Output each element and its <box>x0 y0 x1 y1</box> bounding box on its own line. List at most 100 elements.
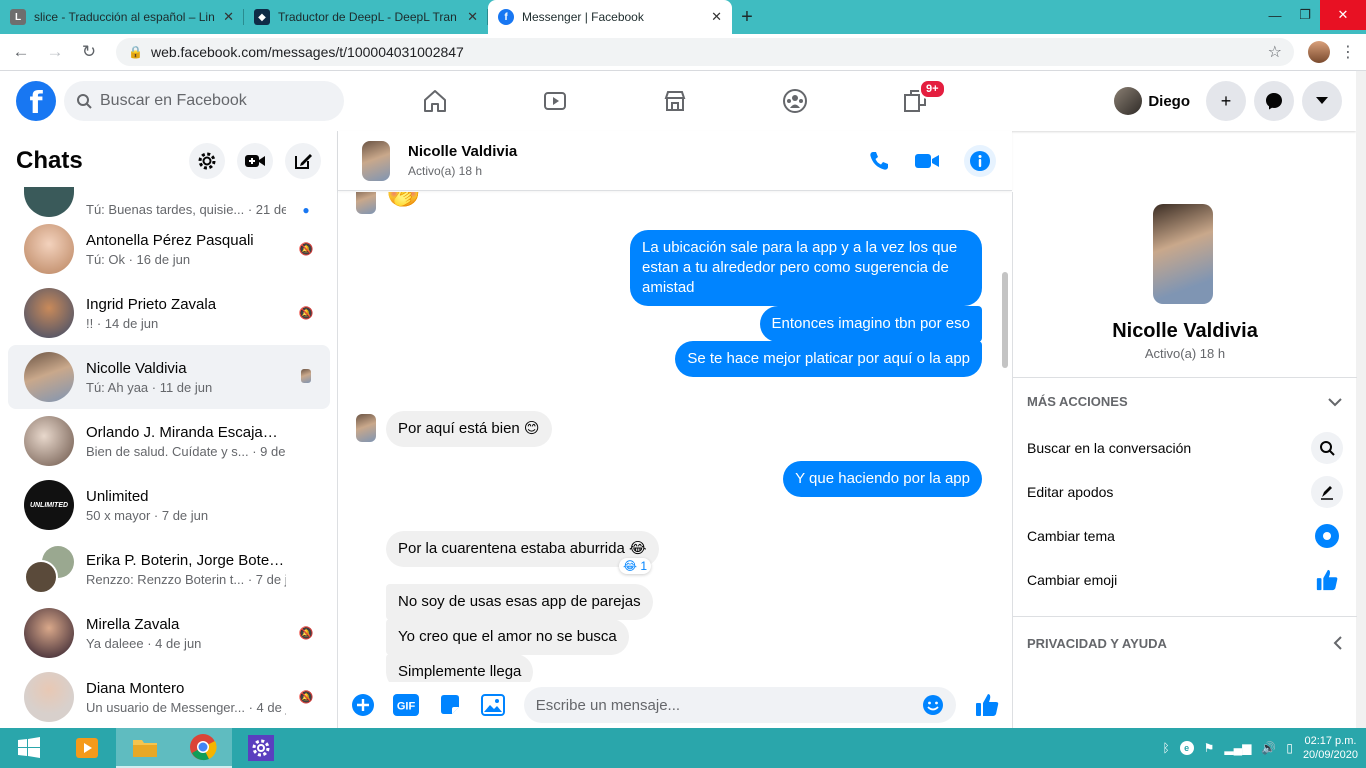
search-in-conversation[interactable]: Buscar en la conversación <box>1027 426 1343 470</box>
list-item[interactable]: Orlando J. Miranda Escajadillo Bien de s… <box>8 409 330 473</box>
reload-icon[interactable]: ↻ <box>76 39 102 65</box>
flag-icon[interactable]: ⚑ <box>1204 741 1215 755</box>
message-scrollbar[interactable] <box>1002 272 1008 368</box>
tab-close-icon[interactable]: ✕ <box>711 9 722 25</box>
chats-title: Chats <box>16 147 83 174</box>
sticker-button[interactable] <box>437 692 462 718</box>
list-item[interactable]: Tú: Buenas tardes, quisie... · 21 de jun… <box>8 173 330 217</box>
edit-nicknames[interactable]: Editar apodos <box>1027 470 1343 514</box>
chat-preview: Bien de salud. Cuídate y s... · 9 de jun <box>86 443 286 459</box>
address-bar[interactable]: 🔒 web.facebook.com/messages/t/1000040310… <box>116 38 1294 66</box>
change-theme[interactable]: Cambiar tema <box>1027 514 1343 558</box>
list-item[interactable]: UNLIMITED Unlimited 50 x mayor · 7 de ju… <box>8 473 330 537</box>
marketplace-icon <box>664 91 686 111</box>
bookmark-star-icon[interactable]: ☆ <box>1268 42 1282 62</box>
emoji-icon[interactable] <box>922 694 944 716</box>
nav-groups[interactable] <box>735 71 855 131</box>
tab-title: Messenger | Facebook <box>522 10 644 24</box>
media-player-icon <box>76 738 98 758</box>
new-tab-button[interactable]: + <box>732 0 762 34</box>
message-bubble-out[interactable]: Entonces imagino tbn por eso <box>759 306 982 342</box>
restore-icon[interactable]: ❐ <box>1290 0 1320 30</box>
contact-name[interactable]: Nicolle Valdivia <box>408 143 868 160</box>
list-item[interactable]: Diana Montero Un usuario de Messenger...… <box>8 665 330 728</box>
nav-home[interactable] <box>375 71 495 131</box>
browser-tab-messenger[interactable]: f Messenger | Facebook ✕ <box>488 0 732 34</box>
more-actions-button[interactable] <box>350 692 375 718</box>
account-menu-button[interactable] <box>1302 81 1342 121</box>
contact-mini-avatar <box>356 192 376 214</box>
list-item[interactable]: Mirella Zavala Ya daleee · 4 de jun 🔕 <box>8 601 330 665</box>
browser-tab-linguee[interactable]: L slice - Traducción al español – Lin ✕ <box>0 0 244 34</box>
bluetooth-icon[interactable]: ᛒ <box>1162 741 1169 755</box>
page-scrollbar[interactable] <box>1356 71 1366 728</box>
list-item[interactable]: Nicolle Valdivia Tú: Ah yaa · 11 de jun <box>8 345 330 409</box>
facebook-header-right: Diego + <box>1110 71 1342 131</box>
group-avatar <box>24 544 74 594</box>
action-label: Buscar en la conversación <box>1027 440 1192 456</box>
conversation-info-button[interactable] <box>964 144 996 177</box>
tab-close-icon[interactable]: ✕ <box>223 9 234 25</box>
taskbar-file-explorer[interactable] <box>116 728 174 768</box>
photo-button[interactable] <box>481 692 506 718</box>
chat-name: Ingrid Prieto Zavala <box>86 295 217 313</box>
info-contact-status: Activo(a) 18 h <box>1144 346 1226 361</box>
message-bubble-in[interactable]: Por aquí está bien 😊 <box>386 411 552 447</box>
message-bubble-in[interactable]: Yo creo que el amor no se busca <box>386 619 629 655</box>
contact-avatar[interactable] <box>362 140 390 181</box>
chat-name: Unlimited <box>86 487 149 505</box>
list-item[interactable]: Ingrid Prieto Zavala !! · 14 de jun 🔕 <box>8 281 330 345</box>
message-bubble-out[interactable]: Y que haciendo por la app <box>783 461 982 497</box>
browser-menu-icon[interactable]: ⋮ <box>1338 42 1358 62</box>
change-emoji[interactable]: Cambiar emoji <box>1027 558 1343 602</box>
video-call-icon[interactable] <box>914 152 940 170</box>
battery-icon[interactable]: ▯ <box>1286 741 1293 755</box>
message-bubble-in[interactable]: Simplemente llega <box>386 654 534 682</box>
facebook-logo-icon[interactable]: f <box>16 81 56 121</box>
messenger-button[interactable] <box>1254 81 1294 121</box>
gif-button[interactable]: GIF <box>393 692 420 718</box>
message-bubble-in[interactable]: Por la cuarentena estaba aburrida 😂 <box>386 531 659 567</box>
list-item[interactable]: Antonella Pérez Pasquali Tú: Ok · 16 de … <box>8 217 330 281</box>
profile-button[interactable]: Diego <box>1110 83 1198 119</box>
lock-icon[interactable]: 🔒 <box>128 45 143 59</box>
back-arrow-icon[interactable]: ← <box>8 39 34 65</box>
start-button[interactable] <box>0 728 58 768</box>
taskbar-settings[interactable] <box>232 728 290 768</box>
minimize-icon[interactable]: — <box>1260 0 1290 30</box>
message-reaction[interactable]: 😂 1 <box>619 558 652 574</box>
close-window-icon[interactable]: ✕ <box>1320 0 1366 30</box>
list-item[interactable]: Erika P. Boterin, Jorge Boterin, Jo... R… <box>8 537 330 601</box>
contact-profile-photo[interactable] <box>1153 204 1213 304</box>
info-contact-name: Nicolle Valdivia <box>1112 320 1258 342</box>
phone-icon[interactable] <box>868 150 890 172</box>
volume-icon[interactable]: 🔊 <box>1261 741 1276 755</box>
create-button[interactable]: + <box>1206 81 1246 121</box>
system-clock[interactable]: 02:17 p.m. 20/09/2020 <box>1303 734 1358 762</box>
more-actions-header[interactable]: MÁS ACCIONES <box>1027 394 1343 409</box>
nav-gaming[interactable]: 9+ <box>855 71 975 131</box>
tab-close-icon[interactable]: ✕ <box>467 9 478 25</box>
privacy-help-header[interactable]: PRIVACIDAD Y AYUDA <box>1027 635 1343 651</box>
message-input[interactable]: Escribe un mensaje... <box>523 687 956 723</box>
url-text[interactable]: web.facebook.com/messages/t/100004031002… <box>151 44 1260 60</box>
plus-circle-icon <box>351 694 374 716</box>
chat-name: Mirella Zavala <box>86 615 180 633</box>
facebook-search-input[interactable]: Buscar en Facebook <box>64 81 344 121</box>
forward-arrow-icon[interactable]: → <box>42 39 68 65</box>
send-like-button[interactable] <box>974 692 1000 718</box>
antivirus-icon[interactable]: e <box>1179 741 1194 755</box>
message-bubble-in[interactable]: No soy de usas esas app de parejas <box>386 584 653 620</box>
nav-marketplace[interactable] <box>615 71 735 131</box>
browser-profile-avatar[interactable] <box>1308 41 1330 63</box>
contact-info: Nicolle Valdivia Activo(a) 18 h <box>408 143 868 178</box>
taskbar-chrome[interactable] <box>174 728 232 768</box>
message-bubble-out[interactable]: Se te hace mejor platicar por aquí o la … <box>675 341 982 377</box>
caret-down-icon <box>1316 97 1328 104</box>
taskbar-media-player[interactable] <box>58 728 116 768</box>
nav-watch[interactable] <box>495 71 615 131</box>
gear-icon <box>248 735 274 761</box>
browser-tab-deepl[interactable]: ◆ Traductor de DeepL - DeepL Tran ✕ <box>244 0 488 34</box>
message-bubble-out[interactable]: La ubicación sale para la app y a la vez… <box>630 230 982 306</box>
network-icon[interactable]: ▂▄▆ <box>1224 741 1251 755</box>
